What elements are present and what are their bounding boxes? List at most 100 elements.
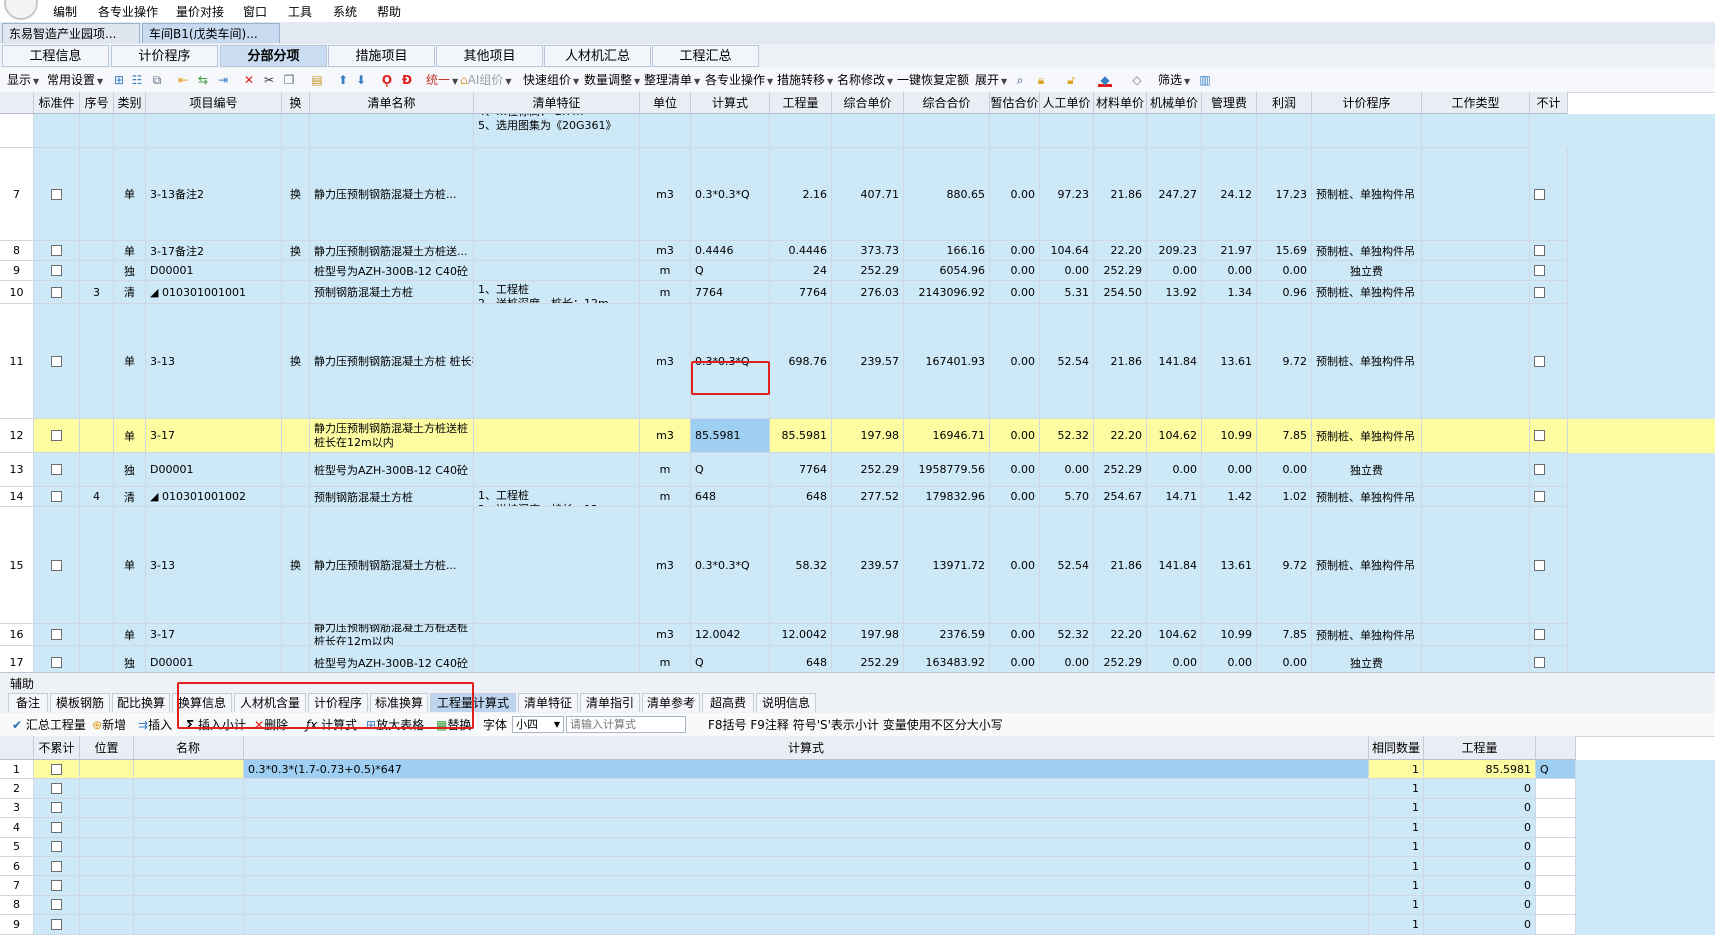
cell-qty[interactable]: 648 [770, 646, 832, 672]
cell-std[interactable] [34, 624, 80, 646]
cell-std[interactable] [34, 646, 80, 672]
checkbox[interactable] [51, 245, 62, 256]
checkbox[interactable] [51, 491, 62, 502]
col-header-unit-price[interactable]: 综合单价 [832, 92, 904, 114]
move-down-icon[interactable]: ⬇ [354, 73, 368, 87]
fill-color-icon[interactable]: ◆ [1098, 73, 1112, 87]
checkbox[interactable] [1534, 265, 1545, 276]
aux-cell-formula[interactable] [244, 818, 1369, 838]
col-header-total[interactable]: 综合合价 [904, 92, 990, 114]
cell-code[interactable]: 3-17备注2 [146, 241, 282, 261]
tab-main-0[interactable]: 工程信息 [2, 45, 109, 67]
aux-cell-exclude[interactable] [34, 760, 80, 780]
aux-cell-qty[interactable]: 0 [1424, 779, 1536, 799]
table-row[interactable]: 12 单 3-17 静力压预制钢筋混凝土方桩送桩 桩长在12m以内 m3 85.5981 8… [0, 419, 1715, 453]
table-row[interactable]: 7 单 3-13备注2 换静力压预制钢筋混凝土方桩... m3 0.3*0.3*Q 2.16… [0, 148, 1715, 241]
aux-table-row[interactable]: 2 10 [0, 779, 1715, 799]
aux-cell-same-count[interactable]: 1 [1369, 779, 1424, 799]
checkbox[interactable] [51, 899, 62, 911]
binoculars-icon[interactable]: ⌕ [1013, 73, 1027, 87]
aux-cell-position[interactable] [80, 857, 134, 877]
aux-table-row[interactable]: 6 10 [0, 857, 1715, 877]
menu-system[interactable]: 系统 [333, 3, 357, 20]
cell-name[interactable]: 静力压预制钢筋混凝土方桩送桩 桩长在12m以内 [310, 624, 474, 646]
tab-main-4[interactable]: 其他项目 [436, 45, 543, 67]
aux-cell-same-count[interactable]: 1 [1369, 837, 1424, 857]
cell-name[interactable]: 静力压预制钢筋混凝土方桩送... [310, 241, 474, 261]
quota-d-icon[interactable]: Ð [400, 73, 414, 87]
aux-cell-qty[interactable]: 0 [1424, 876, 1536, 896]
aux-table-row[interactable]: 7 10 [0, 876, 1715, 896]
checkbox[interactable] [51, 763, 62, 775]
col-header-name[interactable]: 清单名称 [310, 92, 474, 114]
col-header-huan[interactable]: 换 [282, 92, 310, 114]
table-row[interactable]: 9 独 D00001 桩型号为AZH-300B-12 C40砼 m Q 24 252.29 60… [0, 261, 1715, 281]
tab-main-2[interactable]: 分部分项 [220, 45, 327, 67]
col-header-seq[interactable]: 序号 [80, 92, 114, 114]
checkbox[interactable] [51, 802, 62, 814]
cell-qty[interactable]: 85.5981 [770, 419, 832, 453]
aux-tab-9[interactable]: 清单指引 [580, 693, 640, 712]
aux-cell-exclude[interactable] [34, 915, 80, 935]
font-size-select[interactable]: 小四 ▼ [512, 716, 564, 733]
aux-cell-exclude[interactable] [34, 895, 80, 916]
aux-cell-same-count[interactable]: 1 [1369, 895, 1424, 916]
move-icon[interactable]: ⇆ [196, 73, 210, 87]
checkbox[interactable] [1534, 355, 1545, 367]
col-header-formula[interactable]: 计算式 [691, 92, 770, 114]
cell-std[interactable] [34, 487, 80, 507]
aux-cell-name[interactable] [134, 915, 244, 935]
cell-name[interactable]: 静力压预制钢筋混凝土方桩... [310, 507, 474, 624]
cell-std[interactable] [34, 453, 80, 487]
paste-icon[interactable]: ❐ [282, 73, 296, 87]
col-header-code[interactable]: 项目编号 [146, 92, 282, 114]
cell-code[interactable]: 3-13备注2 [146, 148, 282, 241]
aux-cell-position[interactable] [80, 760, 134, 780]
cell-qty[interactable]: 7764 [770, 453, 832, 487]
table-row[interactable]: 15 单 3-13 换静力压预制钢筋混凝土方桩... m3 0.3*0.3*Q 58.32 2… [0, 507, 1715, 624]
bar-chart-icon[interactable]: ▥ [1198, 73, 1212, 87]
col-header-program[interactable]: 计价程序 [1312, 92, 1422, 114]
aux-tab-1[interactable]: 模板钢筋 [50, 693, 110, 712]
unify-menu[interactable]: 统一 ▼ [426, 72, 458, 88]
aux-tab-12[interactable]: 说明信息 [756, 693, 816, 712]
cell-std[interactable] [34, 507, 80, 624]
insert-row-icon[interactable]: ⊞ [112, 73, 126, 87]
aux-cell-qty[interactable]: 0 [1424, 895, 1536, 916]
qty-adjust-menu[interactable]: 数量调整 ▼ [584, 72, 640, 88]
cell-qty[interactable]: 12.0042 [770, 624, 832, 646]
aux-cell-qty[interactable]: 0 [1424, 915, 1536, 935]
aux-tab-10[interactable]: 清单参考 [642, 693, 700, 712]
cell-name[interactable]: 预制钢筋混凝土方桩 [310, 487, 474, 507]
eraser-icon[interactable]: ◇ [1130, 73, 1144, 87]
aux-cell-position[interactable] [80, 915, 134, 935]
doc-tab-workshop[interactable]: 车间B1(戊类车间)... [142, 23, 280, 43]
checkbox[interactable] [1534, 286, 1545, 298]
aux-cell-exclude[interactable] [34, 857, 80, 877]
aux-cell-position[interactable] [80, 895, 134, 916]
col-header-material[interactable]: 材料单价 [1094, 92, 1147, 114]
checkbox[interactable] [51, 265, 62, 276]
checkbox[interactable] [1534, 491, 1545, 502]
col-header-qty[interactable]: 工程量 [770, 92, 832, 114]
menu-prof-ops[interactable]: 各专业操作 [98, 3, 158, 20]
checkbox[interactable] [1534, 188, 1545, 200]
tidy-list-menu[interactable]: 整理清单 ▼ [644, 72, 700, 88]
col-header-work-type[interactable]: 工作类型 [1422, 92, 1530, 114]
move-up-icon[interactable]: ⬆ [336, 73, 350, 87]
cell-code[interactable]: ◢ 010301001002 [146, 487, 282, 507]
aux-cell-same-count[interactable]: 1 [1369, 857, 1424, 877]
checkbox[interactable] [51, 841, 62, 853]
name-modify-menu[interactable]: 名称修改 ▼ [837, 72, 893, 88]
cell-formula[interactable]: 0.3*0.3*Q [691, 507, 770, 624]
quick-price-menu[interactable]: 快速组价 ▼ [523, 72, 579, 88]
list-icon[interactable]: ☷ [130, 73, 144, 87]
aux-cell-qty[interactable]: 0 [1424, 818, 1536, 838]
tab-main-1[interactable]: 计价程序 [111, 45, 218, 67]
col-header-feature[interactable]: 清单特征 [474, 92, 640, 114]
cell-code[interactable]: 3-17 [146, 419, 282, 453]
cell-qty[interactable]: 698.76 [770, 304, 832, 419]
cell-code[interactable]: D00001 [146, 261, 282, 281]
cell-std[interactable] [34, 281, 80, 304]
cell-name[interactable]: 预制钢筋混凝土方桩 [310, 281, 474, 304]
